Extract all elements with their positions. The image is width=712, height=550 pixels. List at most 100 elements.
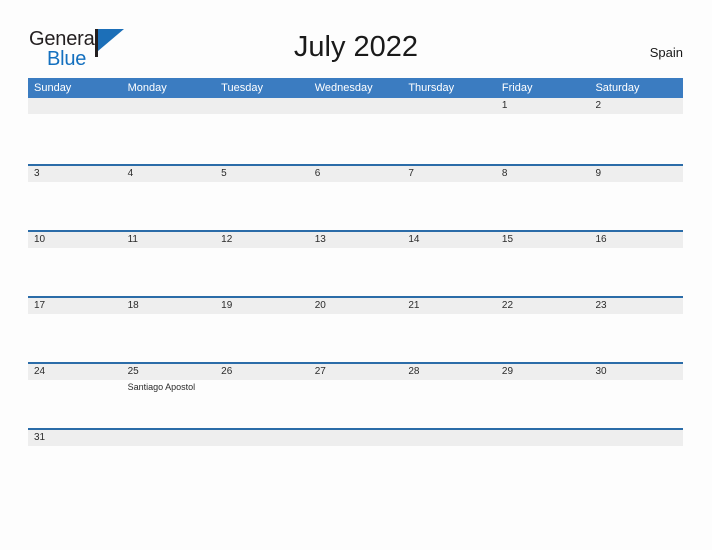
day-header-friday: Friday xyxy=(501,82,533,94)
calendar-day-cell[interactable]: 19 xyxy=(215,298,309,362)
calendar-day-cell[interactable] xyxy=(121,430,216,494)
calendar-day-cell[interactable]: 6 xyxy=(308,166,403,230)
calendar-day-cell[interactable]: 7 xyxy=(402,166,496,230)
calendar-day-cell[interactable] xyxy=(215,98,309,164)
day-number: 11 xyxy=(127,234,138,245)
calendar-week-cells: 31 xyxy=(28,430,684,494)
day-number: 4 xyxy=(127,168,134,179)
calendar-week-cells: 24 25 Santiago Apostol 26 27 28 29 30 xyxy=(28,364,684,428)
calendar-day-cell[interactable]: 11 xyxy=(121,232,216,296)
calendar-day-cell[interactable] xyxy=(495,430,590,494)
calendar-week-row: 10 11 12 13 14 15 16 xyxy=(28,230,684,296)
region-label: Spain xyxy=(649,45,683,60)
calendar-day-cell[interactable]: 21 xyxy=(402,298,496,362)
day-number xyxy=(221,98,309,114)
calendar-day-cell[interactable]: 30 xyxy=(589,364,684,428)
day-number xyxy=(315,430,403,446)
day-number xyxy=(221,430,309,446)
calendar-week-row: 3 4 5 6 7 8 9 xyxy=(28,164,684,230)
day-number: 2 xyxy=(595,100,602,111)
calendar-week-cells: 10 11 12 13 14 15 16 xyxy=(28,232,684,296)
day-header-sunday: Sunday xyxy=(34,82,72,94)
calendar-day-cell[interactable]: 13 xyxy=(308,232,403,296)
calendar-day-cell[interactable]: 31 xyxy=(28,430,122,494)
calendar-day-cell[interactable]: 25 Santiago Apostol xyxy=(121,364,216,428)
day-number: 17 xyxy=(34,300,46,311)
calendar-day-cell[interactable]: 24 xyxy=(28,364,122,428)
calendar-day-cell[interactable]: 12 xyxy=(215,232,309,296)
calendar-day-cell[interactable]: 5 xyxy=(215,166,309,230)
calendar-day-cell[interactable] xyxy=(402,430,496,494)
day-number: 5 xyxy=(221,168,227,179)
calendar-day-cell[interactable] xyxy=(589,430,684,494)
calendar-day-cell[interactable]: 14 xyxy=(402,232,496,296)
day-number xyxy=(315,98,403,114)
day-number xyxy=(408,430,496,446)
calendar-day-cell[interactable] xyxy=(308,430,403,494)
calendar-day-cell[interactable]: 4 xyxy=(121,166,216,230)
calendar-day-cell[interactable]: 20 xyxy=(308,298,403,362)
day-number: 12 xyxy=(221,234,233,245)
calendar-day-cell[interactable]: 23 xyxy=(589,298,684,362)
calendar-day-cell[interactable]: 16 xyxy=(589,232,684,296)
day-number: 27 xyxy=(314,366,326,377)
day-number: 6 xyxy=(314,168,321,179)
calendar-day-cell[interactable]: 8 xyxy=(495,166,590,230)
calendar-day-cell[interactable]: 1 xyxy=(495,98,590,164)
day-number: 23 xyxy=(595,300,607,311)
day-header-saturday: Saturday xyxy=(595,82,640,94)
day-events: Santiago Apostol xyxy=(128,381,216,393)
calendar-day-cell[interactable]: 9 xyxy=(589,166,684,230)
day-of-week-header-row: Sunday Monday Tuesday Wednesday Thursday… xyxy=(28,78,683,98)
calendar-day-cell[interactable] xyxy=(121,98,216,164)
day-number: 15 xyxy=(501,234,514,245)
day-number xyxy=(128,430,216,446)
calendar-day-cell[interactable]: 18 xyxy=(121,298,216,362)
calendar-day-cell[interactable] xyxy=(308,98,403,164)
day-number xyxy=(34,98,122,114)
day-number: 16 xyxy=(595,234,607,245)
page-header: General Blue July 2022 Spain xyxy=(0,0,712,76)
day-number: 10 xyxy=(34,234,46,245)
calendar-day-cell[interactable]: 27 xyxy=(308,364,403,428)
calendar-day-cell[interactable]: 26 xyxy=(215,364,309,428)
calendar-day-cell[interactable]: 15 xyxy=(495,232,590,296)
calendar-week-cells: 12 xyxy=(28,98,684,164)
day-number: 25 xyxy=(127,366,139,377)
calendar-day-cell[interactable]: 28 xyxy=(402,364,496,428)
calendar-week-cells: 3 4 5 6 7 8 9 xyxy=(28,166,684,230)
calendar-day-cell[interactable] xyxy=(28,98,122,164)
calendar-day-cell[interactable]: 29 xyxy=(495,364,590,428)
day-number: 14 xyxy=(408,234,420,245)
calendar-week-row: 12 xyxy=(28,98,684,164)
page-title: July 2022 xyxy=(293,31,419,63)
day-number: 29 xyxy=(501,366,514,377)
calendar-day-cell[interactable]: 17 xyxy=(28,298,122,362)
calendar-day-cell[interactable] xyxy=(215,430,309,494)
day-header-thursday: Thursday xyxy=(408,82,455,94)
holiday-event: Santiago Apostol xyxy=(127,382,196,392)
day-number: 8 xyxy=(501,168,508,179)
day-number xyxy=(502,430,590,446)
day-number: 21 xyxy=(408,300,420,311)
calendar-week-row: 24 25 Santiago Apostol 26 27 28 29 30 xyxy=(28,362,684,428)
calendar-day-cell[interactable]: 10 xyxy=(28,232,122,296)
day-number: 28 xyxy=(408,366,420,377)
day-number: 24 xyxy=(34,366,46,377)
calendar-day-cell[interactable]: 2 xyxy=(589,98,684,164)
calendar-grid: Sunday Monday Tuesday Wednesday Thursday… xyxy=(28,78,684,494)
calendar-day-cell[interactable]: 22 xyxy=(495,298,590,362)
calendar-day-cell[interactable]: 3 xyxy=(28,166,122,230)
day-number xyxy=(595,430,683,446)
calendar-day-cell[interactable] xyxy=(402,98,496,164)
day-number: 13 xyxy=(314,234,326,245)
calendar-weeks: 1 2 3 4 5 6 7 8 9 10 11 12 13 14 15 16 17 18 19 20 21 22 23 24 2… xyxy=(28,98,684,494)
day-number: 3 xyxy=(34,168,40,179)
day-number xyxy=(128,98,216,114)
day-number: 18 xyxy=(127,300,139,311)
day-number: 22 xyxy=(501,300,514,311)
day-number: 30 xyxy=(595,366,607,377)
day-header-monday: Monday xyxy=(127,82,167,94)
calendar-week-row: 17 18 19 20 21 22 23 xyxy=(28,296,684,362)
calendar-week-cells: 17 18 19 20 21 22 23 xyxy=(28,298,684,362)
